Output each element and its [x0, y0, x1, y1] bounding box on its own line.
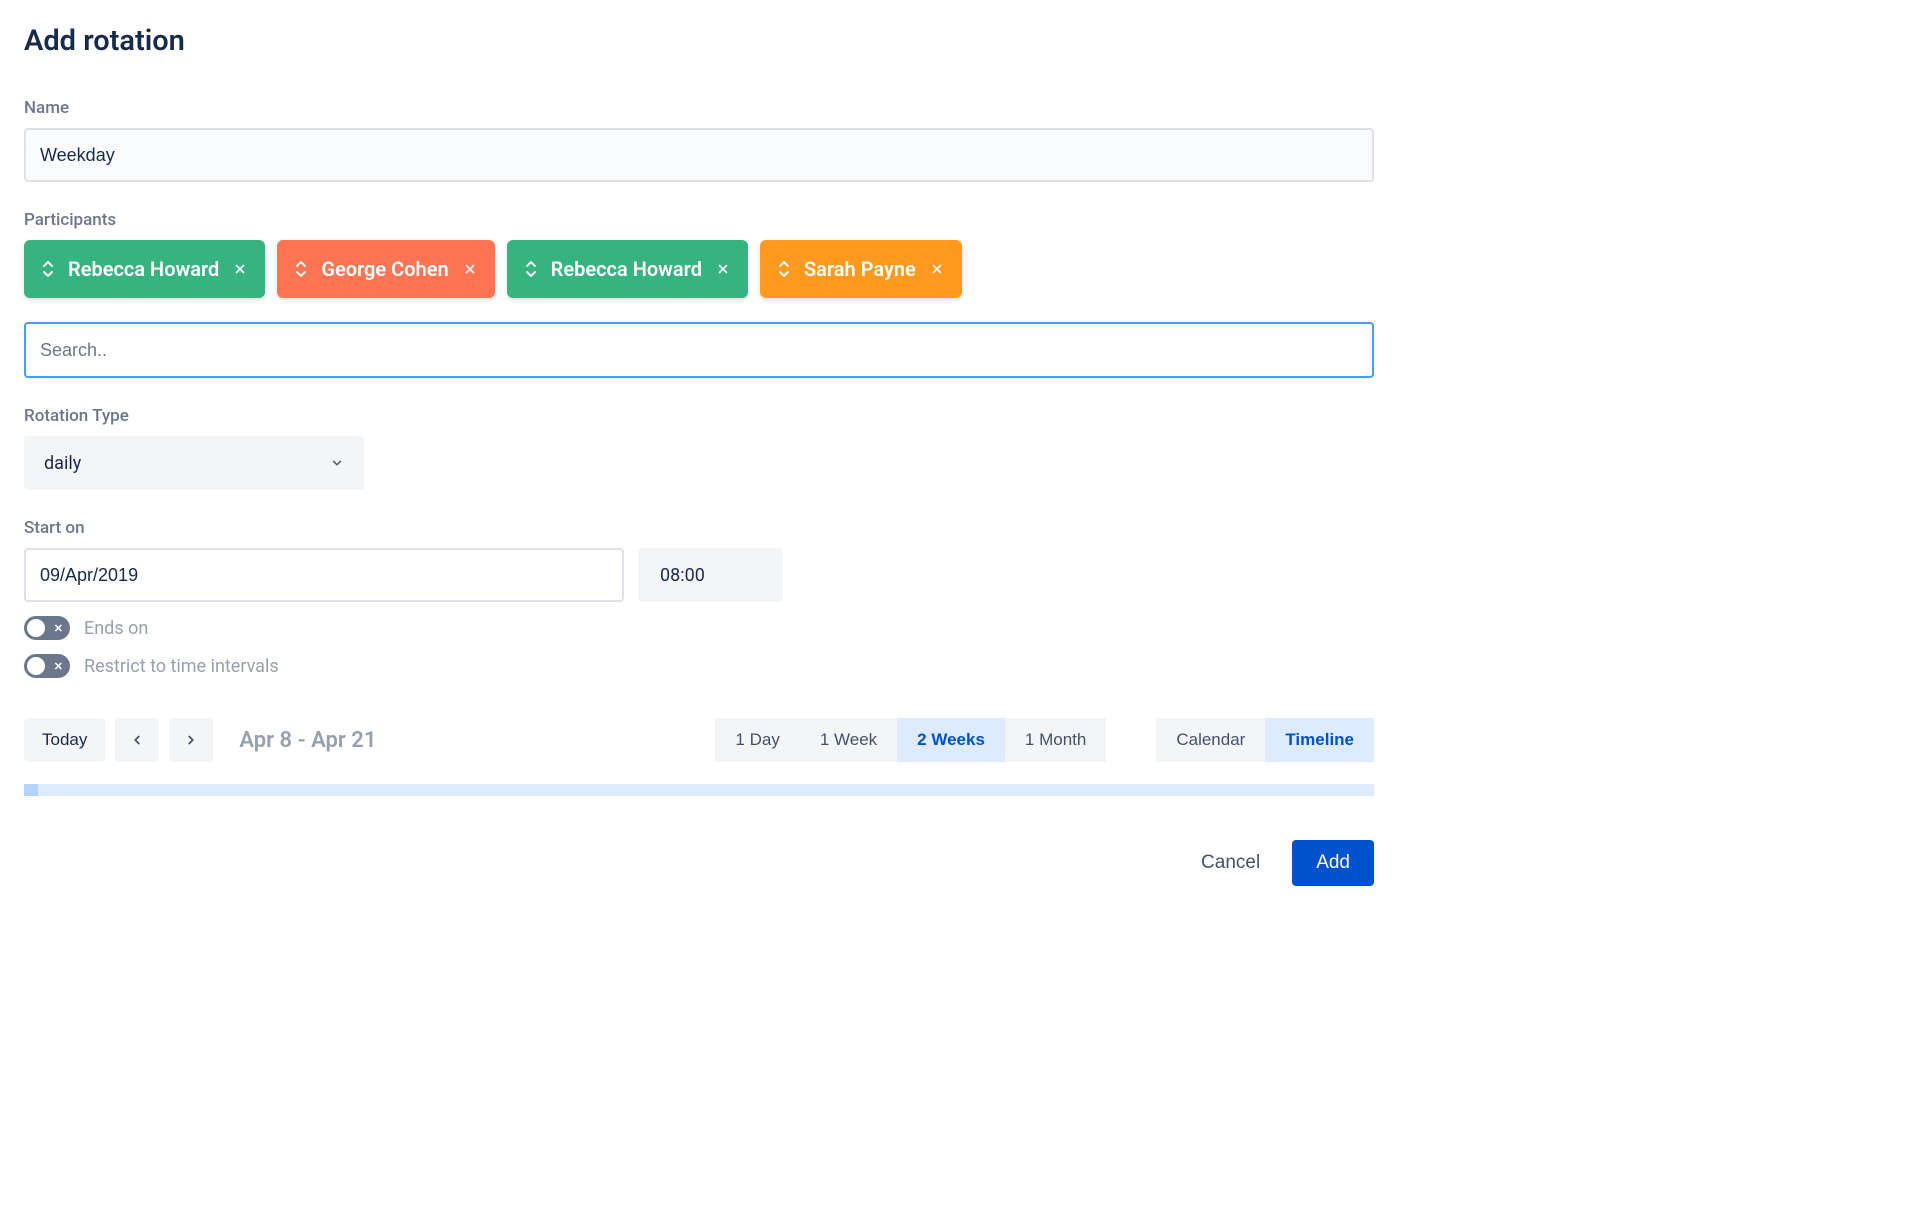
cancel-button[interactable]: Cancel: [1187, 840, 1274, 886]
start-time-value: 08:00: [660, 565, 705, 586]
timeline-strip: [24, 784, 1374, 796]
view-option[interactable]: Timeline: [1265, 718, 1374, 762]
participant-name: Sarah Payne: [804, 257, 916, 281]
duration-option[interactable]: 1 Day: [715, 718, 799, 762]
view-option[interactable]: Calendar: [1156, 718, 1265, 762]
chevron-down-icon: [330, 456, 344, 470]
name-label: Name: [24, 98, 1374, 118]
participants-search-input[interactable]: [24, 322, 1374, 378]
today-button[interactable]: Today: [24, 718, 105, 762]
participant-name: Rebecca Howard: [68, 257, 219, 281]
start-time-select[interactable]: 08:00: [638, 548, 783, 602]
participant-chip[interactable]: Rebecca Howard: [24, 240, 265, 298]
rotation-type-select[interactable]: daily: [24, 436, 364, 490]
participant-name: Rebecca Howard: [551, 257, 702, 281]
restrict-label: Restrict to time intervals: [84, 656, 279, 677]
participant-chip[interactable]: Rebecca Howard: [507, 240, 748, 298]
remove-participant-icon[interactable]: [463, 262, 477, 276]
drag-handle-icon[interactable]: [295, 261, 307, 277]
date-range-label: Apr 8 - Apr 21: [239, 728, 376, 753]
drag-handle-icon[interactable]: [525, 261, 537, 277]
duration-option[interactable]: 2 Weeks: [897, 718, 1005, 762]
participant-name: George Cohen: [321, 257, 448, 281]
start-on-label: Start on: [24, 518, 1374, 538]
ends-on-label: Ends on: [84, 618, 148, 639]
participants-label: Participants: [24, 210, 1374, 230]
rotation-type-value: daily: [44, 453, 81, 474]
restrict-toggle[interactable]: ✕: [24, 654, 70, 678]
remove-participant-icon[interactable]: [716, 262, 730, 276]
ends-on-toggle[interactable]: ✕: [24, 616, 70, 640]
start-date-input[interactable]: [24, 548, 624, 602]
drag-handle-icon[interactable]: [42, 261, 54, 277]
name-input[interactable]: [24, 128, 1374, 182]
drag-handle-icon[interactable]: [778, 261, 790, 277]
next-button[interactable]: [169, 718, 213, 762]
duration-option[interactable]: 1 Month: [1005, 718, 1106, 762]
prev-button[interactable]: [115, 718, 159, 762]
participant-chip[interactable]: George Cohen: [277, 240, 494, 298]
add-button[interactable]: Add: [1292, 840, 1374, 886]
duration-option[interactable]: 1 Week: [800, 718, 897, 762]
remove-participant-icon[interactable]: [233, 262, 247, 276]
page-title: Add rotation: [24, 24, 1374, 58]
participant-chip[interactable]: Sarah Payne: [760, 240, 962, 298]
remove-participant-icon[interactable]: [930, 262, 944, 276]
rotation-type-label: Rotation Type: [24, 406, 1374, 426]
